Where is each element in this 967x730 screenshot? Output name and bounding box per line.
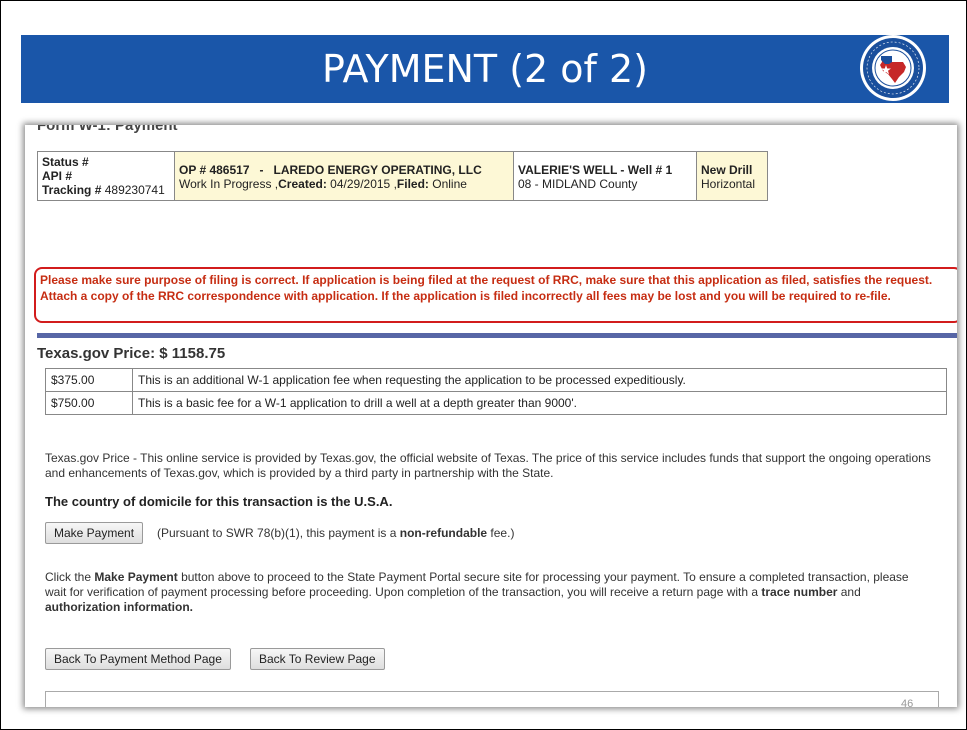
table-row: $375.00 This is an additional W-1 applic… [45, 368, 947, 392]
lease-name: VALERIE'S WELL - Well # 1 [518, 163, 673, 177]
application-header-table: Status # API # Tracking # 489230741 OP #… [37, 151, 768, 201]
instructions-bold-authorization: authorization information. [45, 600, 193, 614]
fee-table: $375.00 This is an additional W-1 applic… [45, 368, 947, 415]
back-to-review-button[interactable]: Back To Review Page [250, 648, 385, 670]
fee-description: This is an additional W-1 application fe… [132, 368, 947, 392]
instructions-bold-trace-number: trace number [761, 585, 838, 599]
bottom-panel [45, 691, 939, 707]
payment-instructions: Click the Make Payment button above to p… [45, 570, 925, 615]
make-payment-button[interactable]: Make Payment [45, 522, 144, 544]
instructions-text: and [837, 585, 861, 599]
price-note: Texas.gov Price - This online service is… [45, 451, 931, 480]
section-separator [37, 333, 957, 338]
instructions-bold-make-payment: Make Payment [94, 570, 178, 584]
status-label: Status # [42, 155, 89, 169]
filing-warning: Please make sure purpose of filing is co… [34, 267, 957, 323]
refund-prefix: (Pursuant to SWR 78(b)(1), this payment … [157, 526, 400, 540]
identifiers-cell: Status # API # Tracking # 489230741 [37, 151, 175, 201]
filing-purpose: New Drill [701, 163, 753, 177]
lease-cell: VALERIE'S WELL - Well # 1 08 - MIDLAND C… [513, 151, 697, 201]
page-number: 46 [901, 698, 914, 710]
wellbore-type: Horizontal [701, 177, 756, 191]
form-title: Form W-1: Payment [37, 125, 178, 134]
refund-notice: (Pursuant to SWR 78(b)(1), this payment … [157, 526, 514, 541]
texas-gov-price: Texas.gov Price: $ 1158.75 [37, 345, 226, 362]
api-label: API # [42, 169, 73, 183]
fee-amount: $750.00 [45, 391, 133, 415]
filed-value: Online [432, 177, 467, 191]
refund-suffix: fee.) [487, 526, 515, 540]
operator-cell: OP # 486517 - LAREDO ENERGY OPERATING, L… [174, 151, 514, 201]
created-date: 04/29/2015 , [330, 177, 397, 191]
refund-bold: non-refundable [399, 526, 488, 540]
purpose-cell: New Drill Horizontal [696, 151, 768, 201]
operator-name: OP # 486517 - LAREDO ENERGY OPERATING, L… [179, 163, 482, 177]
fee-amount: $375.00 [45, 368, 133, 392]
fee-description: This is a basic fee for a W-1 applicatio… [132, 391, 947, 415]
slide-title: PAYMENT (2 of 2) [321, 47, 649, 91]
tracking-value: 489230741 [104, 183, 165, 197]
domicile-statement: The country of domicile for this transac… [45, 494, 393, 509]
instructions-text: Click the [45, 570, 95, 584]
status-text: Work In Progress , [179, 177, 279, 191]
created-label: Created: [278, 177, 327, 191]
slide: PAYMENT (2 of 2) Form W-1: Payment Statu… [0, 0, 967, 730]
title-bar: PAYMENT (2 of 2) [21, 35, 949, 103]
railroad-commission-seal-icon [860, 35, 926, 101]
tracking-label: Tracking # [42, 183, 102, 197]
back-to-payment-method-button[interactable]: Back To Payment Method Page [45, 648, 231, 670]
table-row: $750.00 This is a basic fee for a W-1 ap… [45, 391, 947, 415]
filed-label: Filed: [396, 177, 429, 191]
form-screenshot: Form W-1: Payment Status # API # Trackin… [25, 125, 957, 707]
county: 08 - MIDLAND County [518, 177, 638, 191]
